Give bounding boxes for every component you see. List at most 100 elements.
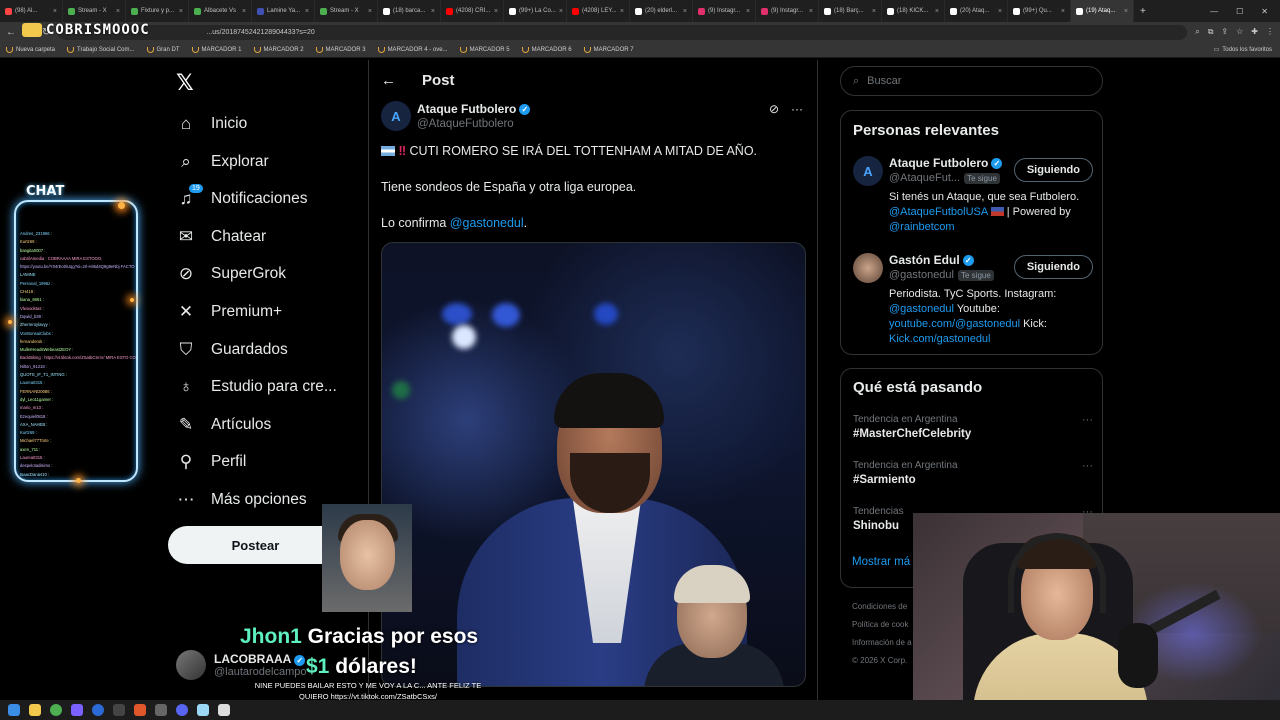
close-tab-icon[interactable]: ×	[431, 8, 435, 15]
browser-tab[interactable]: Stream - X ×	[315, 0, 378, 22]
browser-tab[interactable]: (9) Instagr... ×	[756, 0, 819, 22]
file-explorer-icon[interactable]	[29, 704, 41, 716]
grok-icon[interactable]: ⊘	[769, 102, 779, 116]
close-tab-icon[interactable]: ×	[559, 8, 563, 15]
bookmark-item[interactable]: MARCADOR 6	[521, 46, 572, 53]
discord-icon[interactable]	[176, 704, 188, 716]
search-input[interactable]: ⌕ Buscar	[840, 66, 1103, 96]
browser-tab[interactable]: Albacete Vs ×	[189, 0, 252, 22]
bio-link[interactable]: @AtaqueFutbolUSA	[889, 206, 988, 218]
close-tab-icon[interactable]: ×	[620, 8, 624, 15]
browser-tab[interactable]: (9) Instagr... ×	[693, 0, 756, 22]
close-tab-icon[interactable]: ×	[242, 8, 246, 15]
bio-link[interactable]: @rainbetcom	[889, 221, 955, 233]
minimize-icon[interactable]: —	[1210, 7, 1218, 16]
post-image[interactable]	[381, 242, 806, 687]
nav-item-artículos[interactable]: ✎ Artículos	[176, 413, 271, 437]
bookmark-item[interactable]: Nueva carpeta	[6, 46, 55, 53]
menu-dots-icon[interactable]: ⋮	[1266, 27, 1274, 37]
close-tab-icon[interactable]: ×	[998, 8, 1002, 15]
share-icon[interactable]: ⇪	[1221, 27, 1228, 37]
author-handle[interactable]: @AtaqueFutbolero	[417, 118, 530, 130]
close-tab-icon[interactable]: ×	[116, 8, 120, 15]
bookmark-item[interactable]: MARCADOR 4 - ove...	[377, 46, 448, 53]
close-tab-icon[interactable]: ×	[53, 8, 57, 15]
bio-link[interactable]: youtube.com/@gastonedul	[889, 318, 1020, 330]
url-field[interactable]: ...us/2018745242128904433?s=20	[58, 24, 1188, 40]
close-tab-icon[interactable]: ×	[494, 8, 498, 15]
nav-item-estudio-para-cre-[interactable]: ♁ Estudio para cre...	[176, 375, 337, 399]
close-tab-icon[interactable]: ×	[368, 8, 372, 15]
browser-tab[interactable]: Stream - X ×	[63, 0, 126, 22]
close-tab-icon[interactable]: ×	[1124, 8, 1128, 15]
browser-tab[interactable]: (4208) CRI... ×	[441, 0, 504, 22]
bookmark-item[interactable]: MARCADOR 1	[191, 46, 242, 53]
close-tab-icon[interactable]: ×	[1061, 8, 1065, 15]
app-icon[interactable]	[71, 704, 83, 716]
app-icon[interactable]	[197, 704, 209, 716]
following-button[interactable]: Siguiendo	[1013, 158, 1093, 182]
person-name[interactable]: Gastón Edul ✓	[889, 253, 974, 267]
close-tab-icon[interactable]: ×	[935, 8, 939, 15]
maximize-icon[interactable]: ☐	[1236, 7, 1243, 16]
nav-item-más-opciones[interactable]: ⋯ Más opciones	[176, 488, 307, 512]
footer-link[interactable]: Información de a	[852, 634, 912, 652]
bookmark-item[interactable]: MARCADOR 5	[459, 46, 510, 53]
all-bookmarks[interactable]: ▭ Todos los favoritos	[1214, 46, 1280, 54]
nav-item-guardados[interactable]: ⛉ Guardados	[176, 338, 288, 362]
following-button[interactable]: Siguiendo	[1013, 255, 1093, 279]
post-author[interactable]: A Ataque Futbolero ✓ @AtaqueFutbolero	[381, 101, 531, 131]
trend-item[interactable]: Tendencia en Argentina #Sarmiento ···	[853, 460, 1093, 486]
more-dots-icon[interactable]: ···	[791, 102, 803, 116]
browser-tab[interactable]: (20) Ataq... ×	[945, 0, 1008, 22]
browser-tab[interactable]: (18) barca... ×	[378, 0, 441, 22]
browser-tab[interactable]: (99+) La Co... ×	[504, 0, 567, 22]
browser-tab[interactable]: Lamine Ya... ×	[252, 0, 315, 22]
person-name[interactable]: Ataque Futbolero ✓	[889, 156, 1003, 170]
bookmark-item[interactable]: MARCADOR 2	[253, 46, 304, 53]
close-window-icon[interactable]: ✕	[1261, 7, 1268, 16]
author-avatar[interactable]: A	[381, 101, 411, 131]
app-icon[interactable]	[134, 704, 146, 716]
bio-link[interactable]: Kick.com/gastonedul	[889, 333, 991, 345]
nav-item-inicio[interactable]: ⌂ Inicio	[176, 112, 247, 136]
footer-link[interactable]: Política de cook	[852, 616, 912, 634]
nav-item-notificaciones[interactable]: ♫ 19 Notificaciones	[176, 183, 308, 211]
zoom-icon[interactable]: ⌕	[1195, 27, 1199, 37]
more-dots-icon[interactable]: ···	[1082, 414, 1093, 426]
browser-tab[interactable]: (19) Ataq... ×	[1071, 0, 1134, 22]
bookmark-item[interactable]: Trabajo Social Com...	[67, 46, 135, 53]
nav-item-supergrok[interactable]: ⊘ SuperGrok	[176, 262, 286, 286]
post-button[interactable]: Postear	[168, 526, 343, 564]
browser-tab[interactable]: (18) Barç... ×	[819, 0, 882, 22]
bookmark-item[interactable]: MARCADOR 7	[583, 46, 634, 53]
show-more-link[interactable]: Mostrar má	[852, 556, 910, 568]
install-icon[interactable]: ⧉	[1208, 27, 1214, 37]
browser-tab[interactable]: (98) Al... ×	[0, 0, 63, 22]
back-arrow-icon[interactable]: ←	[6, 27, 16, 38]
browser-tab[interactable]: (4208) LEY... ×	[567, 0, 630, 22]
bookmark-item[interactable]: Gran DT	[146, 46, 180, 53]
app-icon[interactable]	[155, 704, 167, 716]
close-tab-icon[interactable]: ×	[746, 8, 750, 15]
new-tab-icon[interactable]: +	[1134, 6, 1152, 17]
footer-link[interactable]: Condiciones de	[852, 598, 912, 616]
star-icon[interactable]: ☆	[1236, 27, 1243, 37]
extension-icon[interactable]: ✚	[1251, 27, 1258, 37]
close-tab-icon[interactable]: ×	[683, 8, 687, 15]
nav-item-explorar[interactable]: ⌕ Explorar	[176, 150, 268, 174]
browser-tab[interactable]: (18) KICK... ×	[882, 0, 945, 22]
person-avatar[interactable]: A	[853, 156, 883, 186]
bio-link[interactable]: @gastonedul	[889, 303, 954, 315]
mention-link[interactable]: @gastonedul	[450, 216, 524, 230]
browser-tab[interactable]: (20) elderl... ×	[630, 0, 693, 22]
app-icon[interactable]	[218, 704, 230, 716]
trend-item[interactable]: Tendencia en Argentina #MasterChefCelebr…	[853, 414, 1093, 440]
back-arrow-icon[interactable]: ←	[381, 72, 396, 89]
app-icon[interactable]	[113, 704, 125, 716]
author-name[interactable]: Ataque Futbolero ✓	[417, 102, 531, 116]
person-avatar[interactable]	[853, 253, 883, 283]
bookmark-item[interactable]: MARCADOR 3	[315, 46, 366, 53]
close-tab-icon[interactable]: ×	[179, 8, 183, 15]
nav-item-premium-[interactable]: ✕ Premium+	[176, 300, 282, 324]
